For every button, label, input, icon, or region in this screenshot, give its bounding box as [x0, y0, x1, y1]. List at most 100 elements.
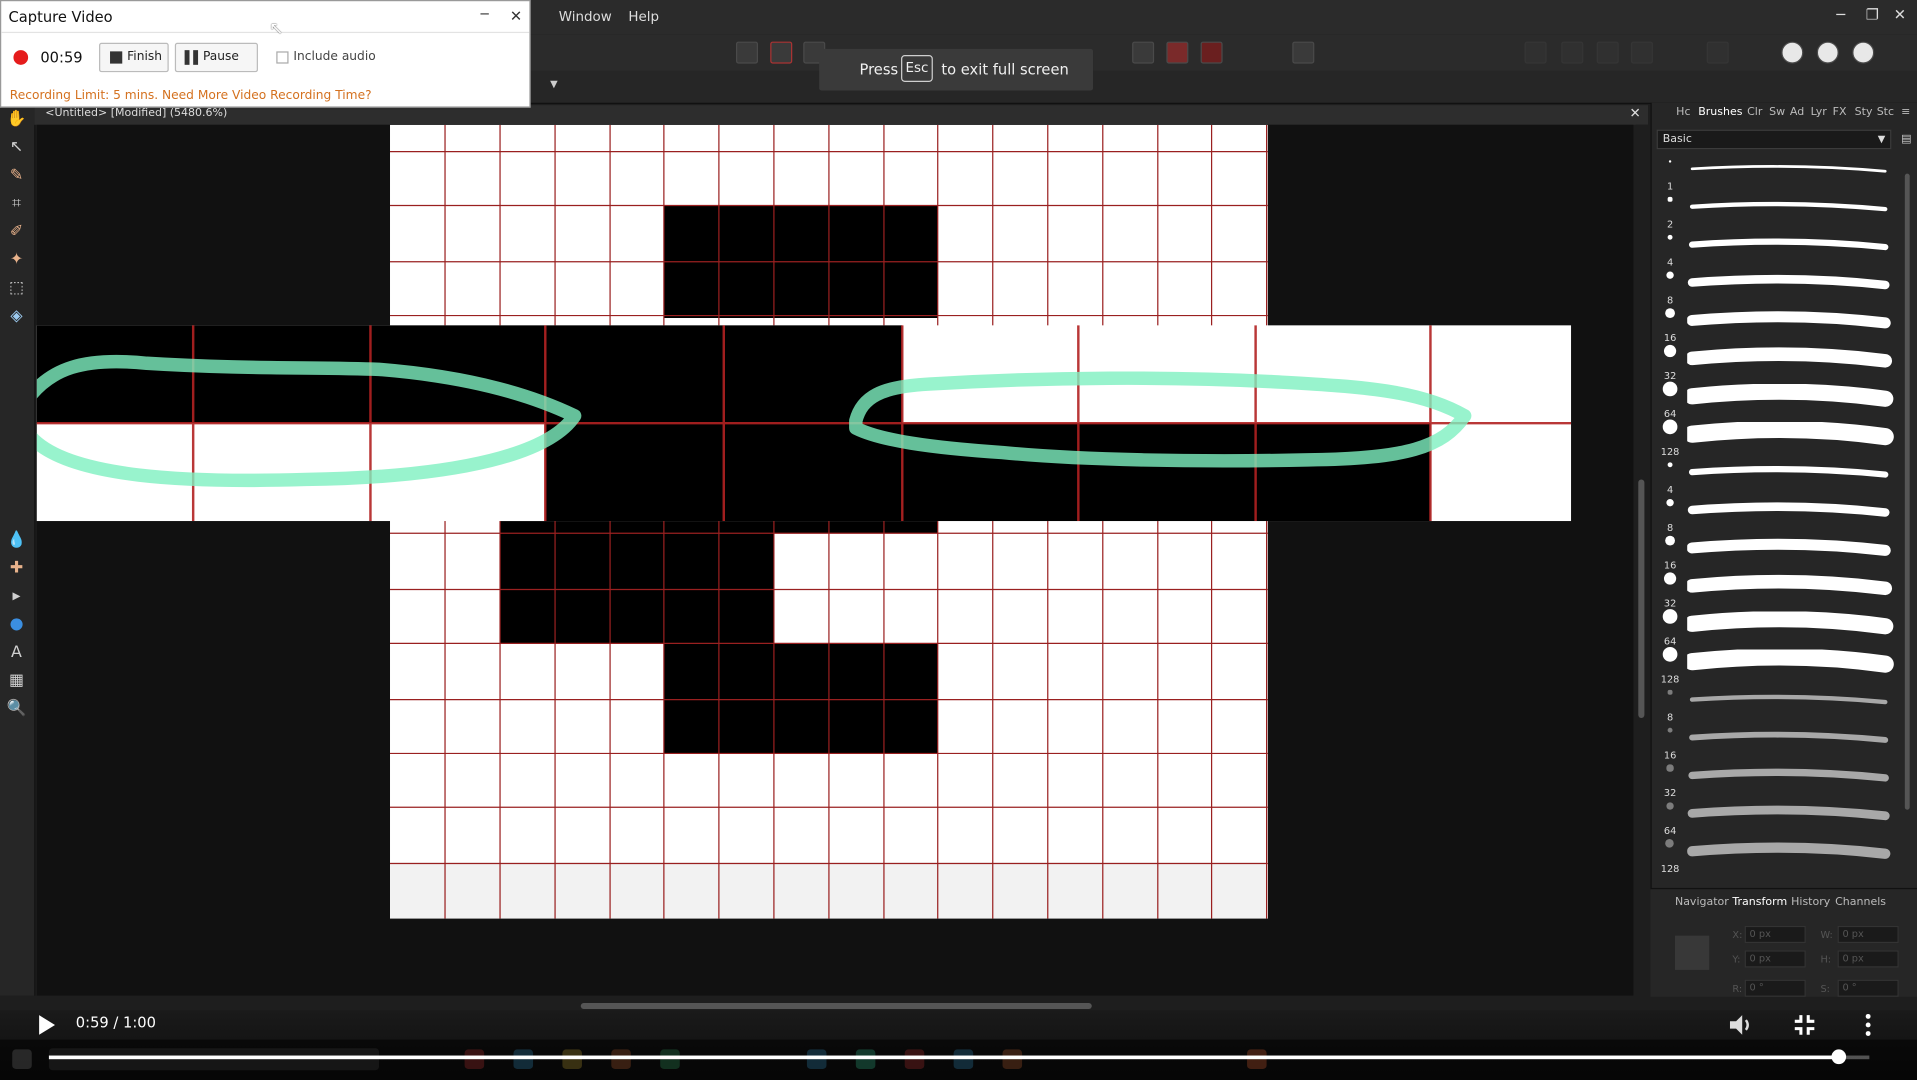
tab-transform[interactable]: Transform	[1732, 897, 1787, 909]
video-progress-bar[interactable]	[48, 1055, 1870, 1060]
shear-field[interactable]: 0 °	[1837, 979, 1899, 997]
shape-tool-icon[interactable]: ●	[6, 614, 27, 635]
arrange-forward-icon[interactable]	[1596, 41, 1619, 64]
snap-icon[interactable]	[1166, 41, 1189, 64]
arrange-front-icon[interactable]	[1630, 41, 1653, 64]
boolean-intersect-icon[interactable]	[1852, 41, 1875, 64]
recording-limit-link[interactable]: Recording Limit: 5 mins. Need More Video…	[10, 89, 372, 102]
include-audio-checkbox[interactable]	[276, 51, 289, 64]
brush-stroke-preview[interactable]	[1687, 270, 1895, 299]
healing-tool-icon[interactable]: ✚	[6, 558, 27, 579]
window-restore-button[interactable]: ❐	[1866, 6, 1879, 23]
pause-button[interactable]: Pause	[174, 42, 258, 73]
arrange-backward-icon[interactable]	[1561, 41, 1584, 64]
mesh-warp-icon[interactable]: ▦	[6, 670, 27, 691]
video-scrubber-knob[interactable]	[1831, 1049, 1846, 1065]
brush-stroke-preview[interactable]	[1687, 801, 1895, 830]
zoom-tool-icon[interactable]: 🔍	[6, 698, 27, 719]
tab-fx[interactable]: FX	[1833, 106, 1847, 118]
blur-tool-icon[interactable]: 💧	[6, 530, 27, 551]
context-dropdown-arrow-icon[interactable]: ▼	[550, 78, 558, 89]
vertical-scroll-thumb[interactable]	[1638, 479, 1645, 718]
rotation-field[interactable]: 0 °	[1744, 979, 1806, 997]
brush-stroke-preview[interactable]	[1687, 232, 1895, 261]
tab-styles[interactable]: Sty	[1855, 106, 1873, 118]
brush-stroke-preview[interactable]	[1687, 839, 1895, 868]
brush-list-scrollbar[interactable]	[1904, 173, 1910, 810]
exit-fullscreen-icon[interactable]	[1794, 1014, 1816, 1036]
marquee-select-icon[interactable]	[736, 41, 759, 64]
deselect-icon[interactable]	[770, 41, 793, 64]
brush-stroke-preview[interactable]	[1687, 763, 1895, 792]
pixel-grid-canvas[interactable]	[36, 124, 1634, 996]
dialog-close-button[interactable]: ✕	[510, 7, 522, 24]
y-field[interactable]: 0 px	[1744, 950, 1806, 968]
pen-tool-icon[interactable]: ▸	[6, 586, 27, 607]
brush-stroke-preview[interactable]	[1687, 157, 1895, 186]
brush-preview-dot	[1668, 690, 1672, 695]
hand-tool-icon[interactable]: ✋	[6, 109, 27, 130]
x-field[interactable]: 0 px	[1744, 925, 1806, 944]
play-icon[interactable]	[37, 1014, 57, 1036]
brush-stroke-preview[interactable]	[1687, 687, 1895, 716]
crop-tool-icon[interactable]: ⌗	[6, 193, 27, 214]
brush-stroke-preview[interactable]	[1687, 725, 1895, 754]
color-picker-icon[interactable]: ✎	[6, 165, 27, 186]
tab-stock[interactable]: Stc	[1877, 106, 1894, 118]
selection-brush-icon[interactable]: ✦	[6, 250, 27, 271]
finish-button[interactable]: Finish	[99, 42, 169, 73]
brush-view-icon[interactable]: ▤	[1901, 133, 1911, 145]
dialog-minimize-button[interactable]: ─	[480, 6, 488, 22]
flood-fill-icon[interactable]: ◈	[6, 306, 27, 327]
document-tab[interactable]: <Untitled> [Modified] (5480.6%) ✕	[34, 105, 1649, 125]
volume-icon[interactable]	[1728, 1013, 1755, 1037]
brush-size-label: 64	[1663, 825, 1677, 837]
magnet-icon[interactable]	[1200, 41, 1223, 64]
brush-stroke-preview[interactable]	[1687, 194, 1895, 223]
horizontal-scroll-thumb[interactable]	[580, 1002, 1092, 1010]
height-field[interactable]: 0 px	[1837, 950, 1899, 968]
brush-stroke-preview[interactable]	[1687, 308, 1895, 337]
arrange-back-icon[interactable]	[1524, 41, 1547, 64]
brush-stroke-preview[interactable]	[1687, 460, 1895, 489]
move-tool-icon[interactable]: ↖	[6, 137, 27, 158]
brush-stroke-preview[interactable]	[1687, 536, 1895, 565]
start-icon	[12, 1049, 32, 1069]
persona-icon[interactable]	[1292, 41, 1315, 64]
anchor-selector-icon[interactable]	[1674, 935, 1710, 970]
brush-stroke-preview[interactable]	[1687, 498, 1895, 527]
tab-layers[interactable]: Lyr	[1811, 106, 1827, 118]
window-minimize-button[interactable]: ─	[1836, 6, 1845, 23]
window-close-button[interactable]: ✕	[1894, 6, 1906, 23]
brush-stroke-preview[interactable]	[1687, 384, 1895, 413]
brush-stroke-preview[interactable]	[1687, 346, 1895, 375]
brush-stroke-preview[interactable]	[1687, 574, 1895, 603]
brush-stroke-preview[interactable]	[1687, 611, 1895, 641]
align-icon[interactable]	[1706, 41, 1729, 64]
tab-hc[interactable]: Hc	[1676, 106, 1690, 118]
menu-window[interactable]: Window	[559, 9, 612, 25]
width-field[interactable]: 0 px	[1837, 925, 1899, 944]
paint-brush-icon[interactable]: ✐	[6, 221, 27, 242]
panel-menu-icon[interactable]: ≡	[1901, 106, 1910, 118]
menu-help[interactable]: Help	[628, 9, 659, 25]
text-tool-icon[interactable]: A	[6, 642, 27, 663]
brush-category-select[interactable]: Basic ▼	[1656, 129, 1892, 150]
more-options-icon[interactable]	[1863, 1013, 1873, 1037]
tab-color[interactable]: Clr	[1747, 106, 1762, 118]
document-close-button[interactable]: ✕	[1629, 105, 1640, 121]
tab-brushes[interactable]: Brushes	[1698, 106, 1742, 118]
boolean-add-icon[interactable]	[1781, 41, 1804, 64]
tab-adjustments[interactable]: Ad	[1790, 106, 1804, 118]
tab-swatches[interactable]: Sw	[1769, 106, 1785, 118]
tab-history[interactable]: History	[1791, 897, 1830, 909]
rectangle-marquee-icon[interactable]: ⬚	[6, 278, 27, 299]
grid-icon[interactable]	[1132, 41, 1155, 64]
brush-stroke-preview[interactable]	[1687, 421, 1895, 451]
tab-channels[interactable]: Channels	[1835, 897, 1886, 909]
brush-stroke-preview[interactable]	[1687, 649, 1895, 678]
tab-navigator[interactable]: Navigator	[1675, 897, 1729, 909]
boolean-subtract-icon[interactable]	[1816, 41, 1839, 64]
canvas-area[interactable]	[36, 124, 1634, 996]
brush-size-label: 128	[1660, 863, 1680, 875]
